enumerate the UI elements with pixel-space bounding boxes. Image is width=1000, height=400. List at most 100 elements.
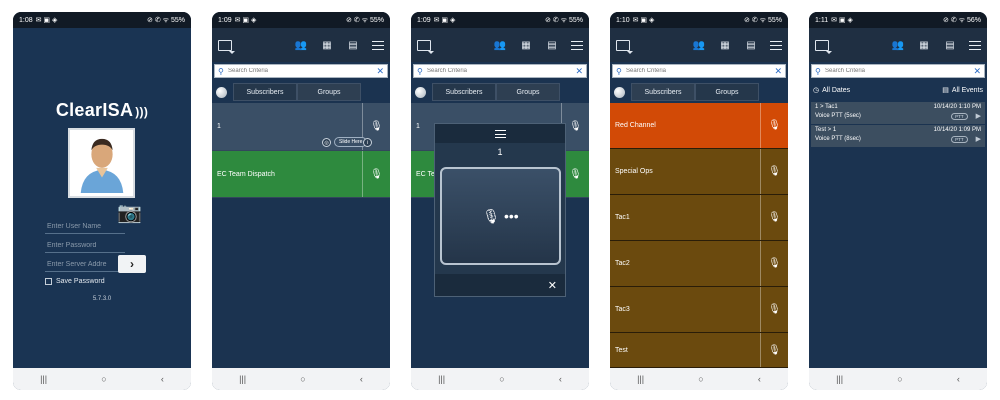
clear-search-icon[interactable]: ✕: [575, 66, 583, 77]
mic-icon[interactable]: 🎙: [760, 103, 788, 148]
contacts-icon[interactable]: 👥: [692, 40, 706, 51]
subscriber-row[interactable]: EC Team Dispatch 🎙: [212, 151, 390, 198]
map-icon[interactable]: ▦: [519, 40, 533, 51]
status-bar: 1:08 ✉ ▣ ◈ ⊘ ✆ ᯤ 55%: [13, 12, 191, 28]
search-input[interactable]: [626, 68, 775, 74]
contacts-icon[interactable]: 👥: [294, 40, 308, 51]
recents-button[interactable]: |||: [40, 374, 47, 384]
play-icon[interactable]: ▶: [976, 113, 981, 120]
group-label: Test: [615, 346, 628, 354]
hamburger-menu-icon[interactable]: [770, 40, 782, 50]
phone-login: 1:08✉ ▣ ◈ ⊘ ✆ ᯤ 55% ClearISA))) 📷 › Save…: [13, 12, 191, 390]
hamburger-menu-icon[interactable]: [571, 40, 583, 50]
status-time: 1:10: [616, 16, 630, 24]
recents-button[interactable]: |||: [836, 374, 843, 384]
home-button[interactable]: ○: [897, 374, 902, 384]
globe-icon[interactable]: [216, 86, 227, 98]
back-button[interactable]: ‹: [758, 374, 761, 384]
home-button[interactable]: ○: [499, 374, 504, 384]
document-icon[interactable]: ▤: [744, 40, 758, 51]
clear-search-icon[interactable]: ✕: [973, 66, 981, 77]
globe-icon[interactable]: [614, 86, 625, 98]
home-button[interactable]: ○: [698, 374, 703, 384]
recents-button[interactable]: |||: [438, 374, 445, 384]
clear-search-icon[interactable]: ✕: [376, 66, 384, 77]
recents-button[interactable]: |||: [637, 374, 644, 384]
group-label: Tac3: [615, 306, 630, 313]
contacts-icon[interactable]: 👥: [493, 40, 507, 51]
tab-groups[interactable]: Groups: [496, 83, 560, 101]
window-menu-icon[interactable]: [218, 39, 235, 54]
event-description: Voice PTT (5sec): [815, 113, 861, 119]
hamburger-menu-icon[interactable]: [969, 40, 981, 50]
document-icon[interactable]: ▤: [545, 40, 559, 51]
tab-subscribers[interactable]: Subscribers: [233, 83, 297, 101]
tab-subscribers[interactable]: Subscribers: [631, 83, 695, 101]
back-button[interactable]: ‹: [559, 374, 562, 384]
mic-icon[interactable]: 🎙: [760, 287, 788, 332]
date-filter[interactable]: ◷ All Dates: [813, 86, 850, 95]
checkbox-box[interactable]: [45, 278, 52, 285]
window-menu-icon[interactable]: [815, 39, 832, 54]
search-icon: ⚲: [218, 66, 224, 76]
group-label: Red Channel: [615, 122, 656, 129]
back-button[interactable]: ‹: [161, 374, 164, 384]
group-row[interactable]: Tac3 🎙: [610, 287, 788, 333]
hamburger-menu-icon[interactable]: [372, 40, 384, 50]
search-input[interactable]: [427, 68, 576, 74]
back-button[interactable]: ‹: [360, 374, 363, 384]
camera-icon[interactable]: 📷: [117, 200, 142, 225]
info-circle-icon[interactable]: i: [363, 138, 372, 147]
group-row[interactable]: Tac1 🎙: [610, 195, 788, 241]
home-button[interactable]: ○: [101, 374, 106, 384]
document-icon[interactable]: ▤: [346, 40, 360, 51]
ptt-badge: PTT: [951, 136, 968, 143]
event-row[interactable]: Test > 1 10/14/20 1:09 PM Voice PTT (8sec…: [811, 125, 985, 147]
mic-icon[interactable]: 🎙: [760, 333, 788, 367]
password-field[interactable]: [45, 238, 125, 253]
mic-icon[interactable]: 🎙: [760, 195, 788, 240]
phone-groups: 1:10✉ ▣ ◈ ⊘ ✆ ᯤ 55% 👥 ▦ ▤ ⚲ ✕ Subscriber…: [610, 12, 788, 390]
window-menu-icon[interactable]: [616, 39, 633, 54]
window-menu-icon[interactable]: [417, 39, 434, 54]
map-icon[interactable]: ▦: [917, 40, 931, 51]
search-input[interactable]: [825, 68, 974, 74]
top-toolbar: 👥 ▦ ▤: [212, 28, 390, 62]
map-icon[interactable]: ▦: [320, 40, 334, 51]
clear-search-icon[interactable]: ✕: [774, 66, 782, 77]
contacts-icon[interactable]: 👥: [891, 40, 905, 51]
drag-handle-icon[interactable]: [494, 129, 506, 138]
search-icon: ⚲: [417, 66, 423, 76]
status-time: 1:09: [218, 16, 232, 24]
group-row[interactable]: Red Channel 🎙: [610, 103, 788, 149]
close-icon[interactable]: ✕: [548, 279, 557, 292]
subscriber-label: 1: [217, 123, 221, 130]
server-address-field[interactable]: [45, 257, 125, 272]
group-row[interactable]: Special Ops 🎙: [610, 149, 788, 195]
play-icon[interactable]: ▶: [976, 136, 981, 143]
tab-groups[interactable]: Groups: [695, 83, 759, 101]
avatar[interactable]: [68, 128, 135, 198]
group-row[interactable]: Test 🎙: [610, 333, 788, 368]
recents-button[interactable]: |||: [239, 374, 246, 384]
battery-status: ⊘ ✆ ᯤ 55%: [744, 16, 782, 24]
document-icon[interactable]: ▤: [943, 40, 957, 51]
globe-icon[interactable]: [415, 86, 426, 98]
event-type-filter[interactable]: ▤ All Events: [942, 86, 983, 95]
save-password-checkbox[interactable]: Save Password: [45, 278, 105, 285]
event-row[interactable]: 1 > Tac1 10/14/20 1:10 PM Voice PTT (5sec…: [811, 102, 985, 124]
login-go-button[interactable]: ›: [118, 255, 146, 273]
mic-icon[interactable]: 🎙: [362, 151, 390, 197]
mic-icon[interactable]: 🎙: [760, 149, 788, 194]
home-button[interactable]: ○: [300, 374, 305, 384]
back-button[interactable]: ‹: [957, 374, 960, 384]
push-to-talk-button[interactable]: 🎙 •••: [440, 167, 561, 265]
search-input[interactable]: [228, 68, 377, 74]
tab-groups[interactable]: Groups: [297, 83, 361, 101]
mic-icon[interactable]: 🎙: [760, 241, 788, 286]
tab-subscribers[interactable]: Subscribers: [432, 83, 496, 101]
group-row[interactable]: Tac2 🎙: [610, 241, 788, 287]
search-icon: ⚲: [616, 66, 622, 76]
username-field[interactable]: [45, 219, 125, 234]
map-icon[interactable]: ▦: [718, 40, 732, 51]
